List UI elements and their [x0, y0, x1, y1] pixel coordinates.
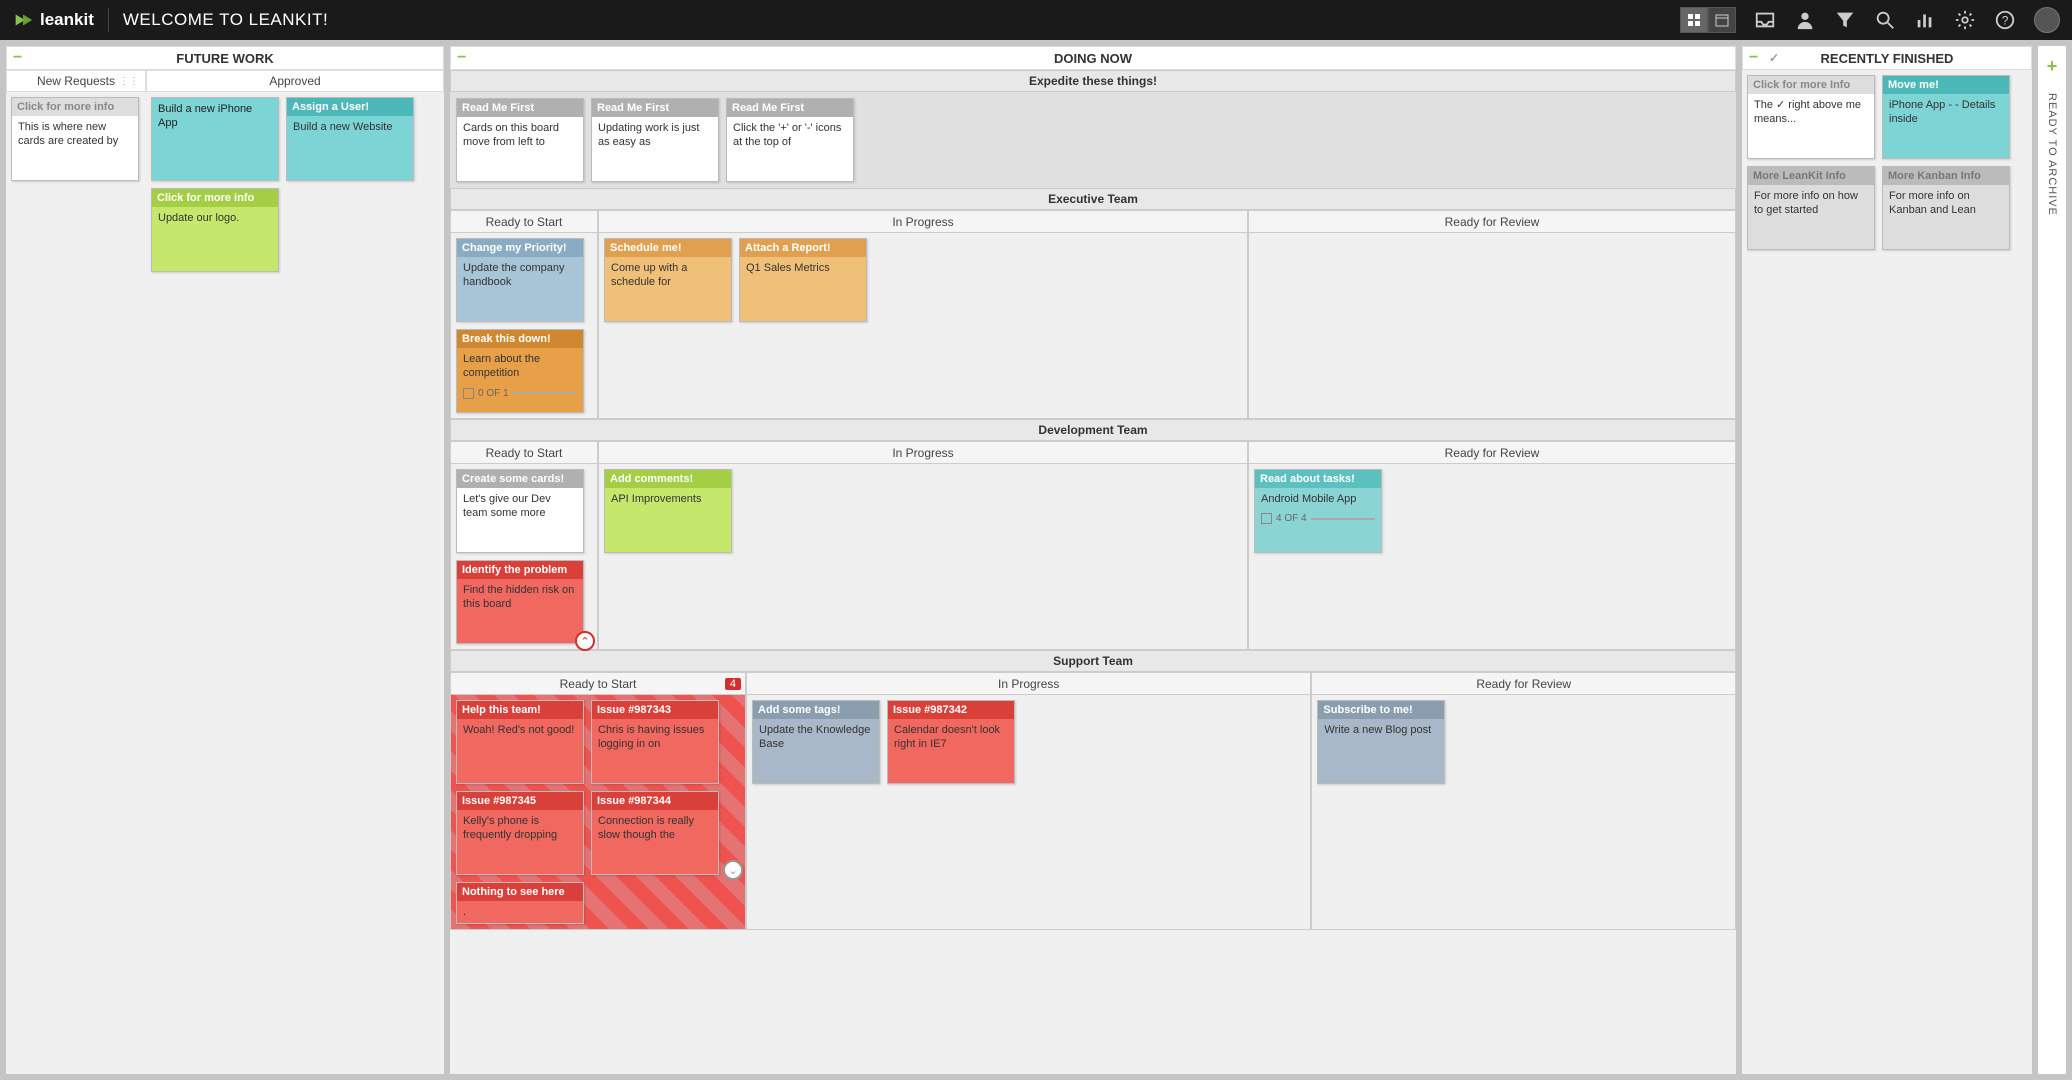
doing-header[interactable]: − DOING NOW	[450, 46, 1736, 70]
dev-ready-header[interactable]: Ready to Start	[451, 442, 597, 464]
card-schedule[interactable]: Schedule me!Come up with a schedule for	[604, 238, 732, 322]
brand-text: leankit	[40, 10, 94, 30]
column-finished: − ✓ RECENTLY FINISHED Click for more Inf…	[1742, 46, 2032, 1074]
page-title: WELCOME TO LEANKIT!	[123, 10, 328, 30]
finished-header[interactable]: − ✓ RECENTLY FINISHED	[1742, 46, 2032, 70]
card-assign-user[interactable]: Assign a User!Build a new Website	[286, 97, 414, 181]
avatar[interactable]	[2034, 7, 2060, 33]
inbox-icon[interactable]	[1754, 9, 1776, 31]
archive-label: READY TO ARCHIVE	[2046, 93, 2058, 216]
board-view-icon[interactable]	[1680, 7, 1708, 33]
divider	[108, 8, 109, 32]
expedite-cards: Read Me FirstCards on this board move fr…	[450, 92, 1736, 188]
exec-ready-header[interactable]: Ready to Start	[451, 211, 597, 233]
dev-review-header[interactable]: Ready for Review	[1249, 442, 1735, 464]
card-more-kanban[interactable]: More Kanban InfoFor more info on Kanban …	[1882, 166, 2010, 250]
card-readme-3[interactable]: Read Me FirstClick the '+' or '-' icons …	[726, 98, 854, 182]
collapse-icon[interactable]: −	[1749, 49, 1758, 67]
user-icon[interactable]	[1794, 9, 1816, 31]
expedite-lane[interactable]: Expedite these things!	[450, 70, 1736, 92]
card-subscribe[interactable]: Subscribe to me!Write a new Blog post	[1317, 700, 1445, 784]
card-readme-2[interactable]: Read Me FirstUpdating work is just as ea…	[591, 98, 719, 182]
support-progress-header[interactable]: In Progress	[747, 673, 1310, 695]
help-icon[interactable]: ?	[1994, 9, 2016, 31]
card-issue-987342[interactable]: Issue #987342Calendar doesn't look right…	[887, 700, 1015, 784]
future-header[interactable]: − FUTURE WORK	[6, 46, 444, 70]
dev-sublane: Ready to Start Create some cards!Let's g…	[450, 441, 1736, 650]
logo[interactable]: leankit	[12, 9, 94, 31]
support-review-header[interactable]: Ready for Review	[1312, 673, 1735, 695]
card-iphone-app[interactable]: Build a new iPhone App	[151, 97, 279, 181]
logo-icon	[12, 9, 34, 31]
collapse-icon[interactable]: −	[13, 49, 22, 67]
collapse-icon[interactable]: ⌄	[723, 860, 743, 880]
top-bar: leankit WELCOME TO LEANKIT! ?	[0, 0, 2072, 40]
gear-icon[interactable]	[1954, 9, 1976, 31]
exec-lane[interactable]: Executive Team	[450, 188, 1736, 210]
card-nothing[interactable]: Nothing to see here.	[456, 882, 584, 924]
card-move-me[interactable]: Move me!iPhone App - - Details inside	[1882, 75, 2010, 159]
board: − FUTURE WORK New Requests⋮⋮ Click for m…	[0, 40, 2072, 1080]
exec-progress-header[interactable]: In Progress	[599, 211, 1247, 233]
archive-rail[interactable]: + READY TO ARCHIVE	[2038, 46, 2066, 1074]
card-read-tasks[interactable]: Read about tasks!Android Mobile App4 OF …	[1254, 469, 1382, 553]
dev-lane[interactable]: Development Team	[450, 419, 1736, 441]
search-icon[interactable]	[1874, 9, 1896, 31]
card-priority[interactable]: Change my Priority!Update the company ha…	[456, 238, 584, 322]
card-identify-problem[interactable]: Identify the problemFind the hidden risk…	[456, 560, 584, 644]
column-doing: − DOING NOW Expedite these things! Read …	[450, 46, 1736, 1074]
wip-badge: 4	[725, 678, 741, 690]
card-readme-1[interactable]: Read Me FirstCards on this board move fr…	[456, 98, 584, 182]
support-lane[interactable]: Support Team	[450, 650, 1736, 672]
expand-icon[interactable]: ⌃	[575, 631, 595, 651]
column-future: − FUTURE WORK New Requests⋮⋮ Click for m…	[6, 46, 444, 1074]
plus-icon[interactable]: +	[2047, 56, 2058, 77]
support-sublane: Ready to Start4 Help this team!Woah! Red…	[450, 672, 1736, 930]
check-icon: ✓	[1769, 51, 1779, 65]
support-ready-header[interactable]: Ready to Start4	[451, 673, 745, 695]
card-update-logo[interactable]: Click for more infoUpdate our logo.	[151, 188, 279, 272]
card-finished-info[interactable]: Click for more InfoThe ✓ right above me …	[1747, 75, 1875, 159]
toolbar-icons: ?	[1680, 7, 2060, 33]
card-issue-987345[interactable]: Issue #987345Kelly's phone is frequently…	[456, 791, 584, 875]
calendar-view-icon[interactable]	[1708, 7, 1736, 33]
card-create-cards[interactable]: Create some cards!Let's give our Dev tea…	[456, 469, 584, 553]
exec-sublane: Ready to Start Change my Priority!Update…	[450, 210, 1736, 419]
stats-icon[interactable]	[1914, 9, 1936, 31]
collapse-icon[interactable]: −	[457, 49, 466, 67]
svg-text:?: ?	[2002, 14, 2009, 28]
card-issue-987344[interactable]: Issue #987344Connection is really slow t…	[591, 791, 719, 875]
approved-header[interactable]: Approved	[146, 70, 444, 92]
exec-review-header[interactable]: Ready for Review	[1249, 211, 1735, 233]
card-add-tags[interactable]: Add some tags!Update the Knowledge Base	[752, 700, 880, 784]
dev-progress-header[interactable]: In Progress	[599, 442, 1247, 464]
card-help-team[interactable]: Help this team!Woah! Red's not good!	[456, 700, 584, 784]
card-break-down[interactable]: Break this down!Learn about the competit…	[456, 329, 584, 413]
card-more-leankit[interactable]: More LeanKit InfoFor more info on how to…	[1747, 166, 1875, 250]
card-issue-987343[interactable]: Issue #987343Chris is having issues logg…	[591, 700, 719, 784]
filter-icon[interactable]	[1834, 9, 1856, 31]
card-attach-report[interactable]: Attach a Report!Q1 Sales Metrics	[739, 238, 867, 322]
card-add-comments[interactable]: Add comments!API Improvements	[604, 469, 732, 553]
new-requests-header[interactable]: New Requests⋮⋮	[6, 70, 146, 92]
view-toggle[interactable]	[1680, 7, 1736, 33]
card-new-request-info[interactable]: Click for more infoThis is where new car…	[11, 97, 139, 181]
